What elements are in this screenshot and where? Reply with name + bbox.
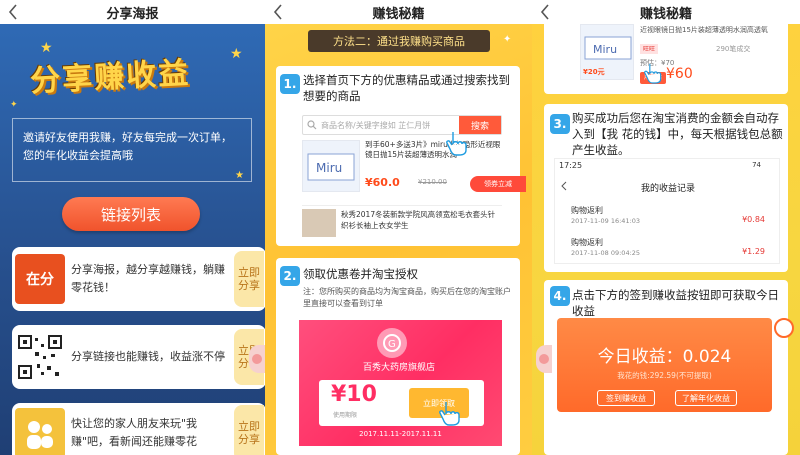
share-card[interactable]: 快让您的家人朋友来玩"我赚"吧，看新闻还能赚零花 立即分享 — [12, 403, 265, 455]
record-name: 购物返利 — [571, 238, 603, 247]
product-title: 近视眼镜日抛15片装超薄透明水润高透氧 — [640, 26, 768, 34]
step-note: 注：您所购买的商品均为淘宝商品，购买后在您的淘宝账户里直接可以查看到订单 — [303, 287, 511, 308]
share-poster-screen: 分享海报 ★ ★ ★ ✦ 分享赚收益 邀请好友使用我赚，好友每完成一次订单，您的… — [0, 0, 265, 455]
store-logo-icon: G — [377, 328, 407, 358]
nav-title: 赚钱秘籍 — [372, 6, 425, 22]
screenshot-collage: 分享海报 ★ ★ ★ ✦ 分享赚收益 邀请好友使用我赚，好友每完成一次订单，您的… — [0, 0, 800, 455]
search-placeholder: 商品名称/关键字搜如 芷仁月饼 — [321, 120, 431, 130]
nav-bar: 赚钱秘籍 — [265, 0, 532, 24]
coupon-card[interactable]: G 百秀大药房旗舰店 ¥10 使用期限 2017.11.11-2017.11.1… — [299, 320, 502, 446]
qrcode-thumbnail — [15, 332, 65, 382]
earnings-subtitle: 我花的钱:292.59(不可提取) — [617, 371, 712, 380]
product-price-label: ¥20元 — [583, 68, 605, 76]
family-icon — [27, 421, 53, 449]
product-item[interactable]: 秋秀2017冬装新款学院风高领宽松毛衣套头针织衫长袖上衣女学生 — [302, 205, 502, 239]
record-title: 我的收益记录 — [640, 184, 695, 194]
family-thumbnail — [15, 408, 65, 455]
product-sales: 290笔成交 — [716, 45, 751, 53]
product-image: Miru — [302, 140, 360, 192]
svg-text:G: G — [388, 339, 396, 350]
nav-bar: 分享海报 — [0, 0, 265, 24]
record-time: 2017-11-08 09:04:25 — [571, 249, 641, 257]
share-card[interactable]: 分享链接也能赚钱，收益涨不停 立即分享 — [12, 325, 265, 389]
description-text: 邀请好友使用我赚，好友每完成一次订单，您的年化收益会提高哦 — [23, 131, 232, 162]
phone-battery: 74 — [752, 161, 761, 169]
step-number: 4. — [550, 286, 570, 306]
product-image — [302, 209, 336, 237]
star-icon: ✦ — [10, 100, 18, 110]
poster-thumbnail: 在分 — [15, 254, 65, 304]
method-label: 方法二：通过我赚购买商品 — [308, 30, 490, 52]
record-time: 2017-11-09 16:41:03 — [571, 217, 641, 225]
learn-annual-yield-button[interactable]: 了解年化收益 — [675, 390, 737, 406]
sparkle-icon: ✦ — [503, 34, 512, 45]
coin-icon[interactable] — [774, 318, 794, 338]
product-old-price: ¥210.00 — [418, 178, 447, 186]
product-tag: 旺旺 — [640, 44, 659, 54]
back-icon[interactable] — [273, 3, 287, 21]
nav-title: 赚钱秘籍 — [639, 6, 692, 22]
product-item[interactable]: Miru 到手60+多送3片》miru米如隐形近视眼镜日抛15片装超薄透明水润 … — [302, 140, 526, 198]
record-name: 购物返利 — [571, 206, 603, 215]
card-text: 快让您的家人朋友来玩"我赚"吧，看新闻还能赚零花 — [71, 417, 198, 448]
step-text: 领取优惠卷并淘宝授权 — [303, 267, 418, 281]
coupon-price: ¥60 — [666, 66, 693, 82]
floating-mascot-icon[interactable] — [249, 345, 265, 373]
nav-title: 分享海报 — [106, 6, 159, 22]
step-number: 2. — [280, 266, 300, 286]
step-text: 点击下方的签到赚收益按钮即可获取今日收益 — [572, 288, 779, 318]
share-now-button[interactable]: 立即分享 — [234, 251, 264, 307]
signin-earn-button[interactable]: 签到赚收益 — [597, 390, 655, 406]
store-name: 百秀大药房旗舰店 — [362, 363, 435, 373]
star-icon: ★ — [230, 46, 243, 62]
search-bar[interactable]: 商品名称/关键字搜如 芷仁月饼 搜索 — [302, 115, 502, 135]
headline: 分享赚收益 — [29, 55, 191, 100]
qrcode-icon — [18, 335, 62, 379]
share-card[interactable]: 在分 分享海报，越分享越赚钱，躺赚零花钱！ 立即分享 — [12, 247, 265, 311]
product-title: 秋秀2017冬装新款学院风高领宽松毛衣套头针织衫长袖上衣女学生 — [341, 210, 496, 230]
share-now-button[interactable]: 立即分享 — [234, 405, 264, 455]
hand-pointer-icon — [446, 132, 467, 156]
description-box: 邀请好友使用我赚，好友每完成一次订单，您的年化收益会提高哦 — [12, 118, 252, 182]
earnings-title: 今日收益：0.024 — [597, 347, 732, 367]
star-icon: ★ — [40, 40, 53, 56]
product-panel: Miru ¥20元 近视眼镜日抛15片装超薄透明水润高透氧 旺旺 290笔成交 … — [544, 24, 788, 94]
floating-mascot-icon[interactable] — [536, 345, 552, 373]
coupon-use-label: 使用期限 — [333, 412, 358, 419]
record-amount: ¥0.84 — [742, 215, 765, 224]
link-list-button[interactable]: 链接列表 — [62, 197, 200, 231]
phone-screenshot: 17:25 74 我的收益记录 购物返利 2017-11-09 16:41:03… — [554, 158, 780, 264]
coupon-dates: 2017.11.11-2017.11.11 — [359, 430, 442, 438]
hand-pointer-icon — [439, 402, 460, 426]
svg-text:Miru: Miru — [593, 43, 617, 56]
record-amount: ¥1.29 — [742, 247, 765, 256]
back-icon[interactable] — [8, 3, 22, 21]
card-text: 分享海报，越分享越赚钱，躺赚零花钱！ — [71, 263, 225, 294]
step-number: 3. — [550, 114, 570, 134]
coupon-reduce-button[interactable]: 领券立减 — [470, 176, 526, 192]
nav-bar: 赚钱秘籍 — [532, 0, 800, 24]
product-image: Miru ¥20元 — [580, 24, 634, 80]
phone-time: 17:25 — [559, 161, 583, 170]
step-number: 1. — [280, 74, 300, 94]
back-icon[interactable] — [540, 3, 554, 21]
product-title: 到手60+多送3片》miru米如隐形近视眼镜日抛15片装超薄透明水润 — [365, 140, 501, 159]
svg-text:Miru: Miru — [316, 161, 342, 175]
today-earnings-banner: 今日收益：0.024 我花的钱:292.59(不可提取) 签到赚收益 了解年化收… — [557, 318, 772, 412]
hand-pointer-icon — [644, 63, 662, 84]
step-text: 选择首页下方的优惠精品或通过搜索找到想要的商品 — [303, 73, 510, 103]
earning-tips-screen-method2: 赚钱秘籍 ✦ 方法二：通过我赚购买商品 1. 选择首页下方的优惠精品或通过搜索找… — [265, 0, 532, 455]
step-text: 购买成功后您在淘宝消费的金额会自动存入到【我 花的钱】中，每天根据钱包总额产生收… — [572, 111, 783, 157]
thumbnail-label: 在分 — [26, 272, 54, 288]
coupon-value: ¥10 — [331, 382, 377, 407]
card-text: 分享链接也能赚钱，收益涨不停 — [71, 350, 225, 363]
search-icon — [307, 120, 317, 130]
product-price: ¥60.0 — [365, 176, 400, 189]
